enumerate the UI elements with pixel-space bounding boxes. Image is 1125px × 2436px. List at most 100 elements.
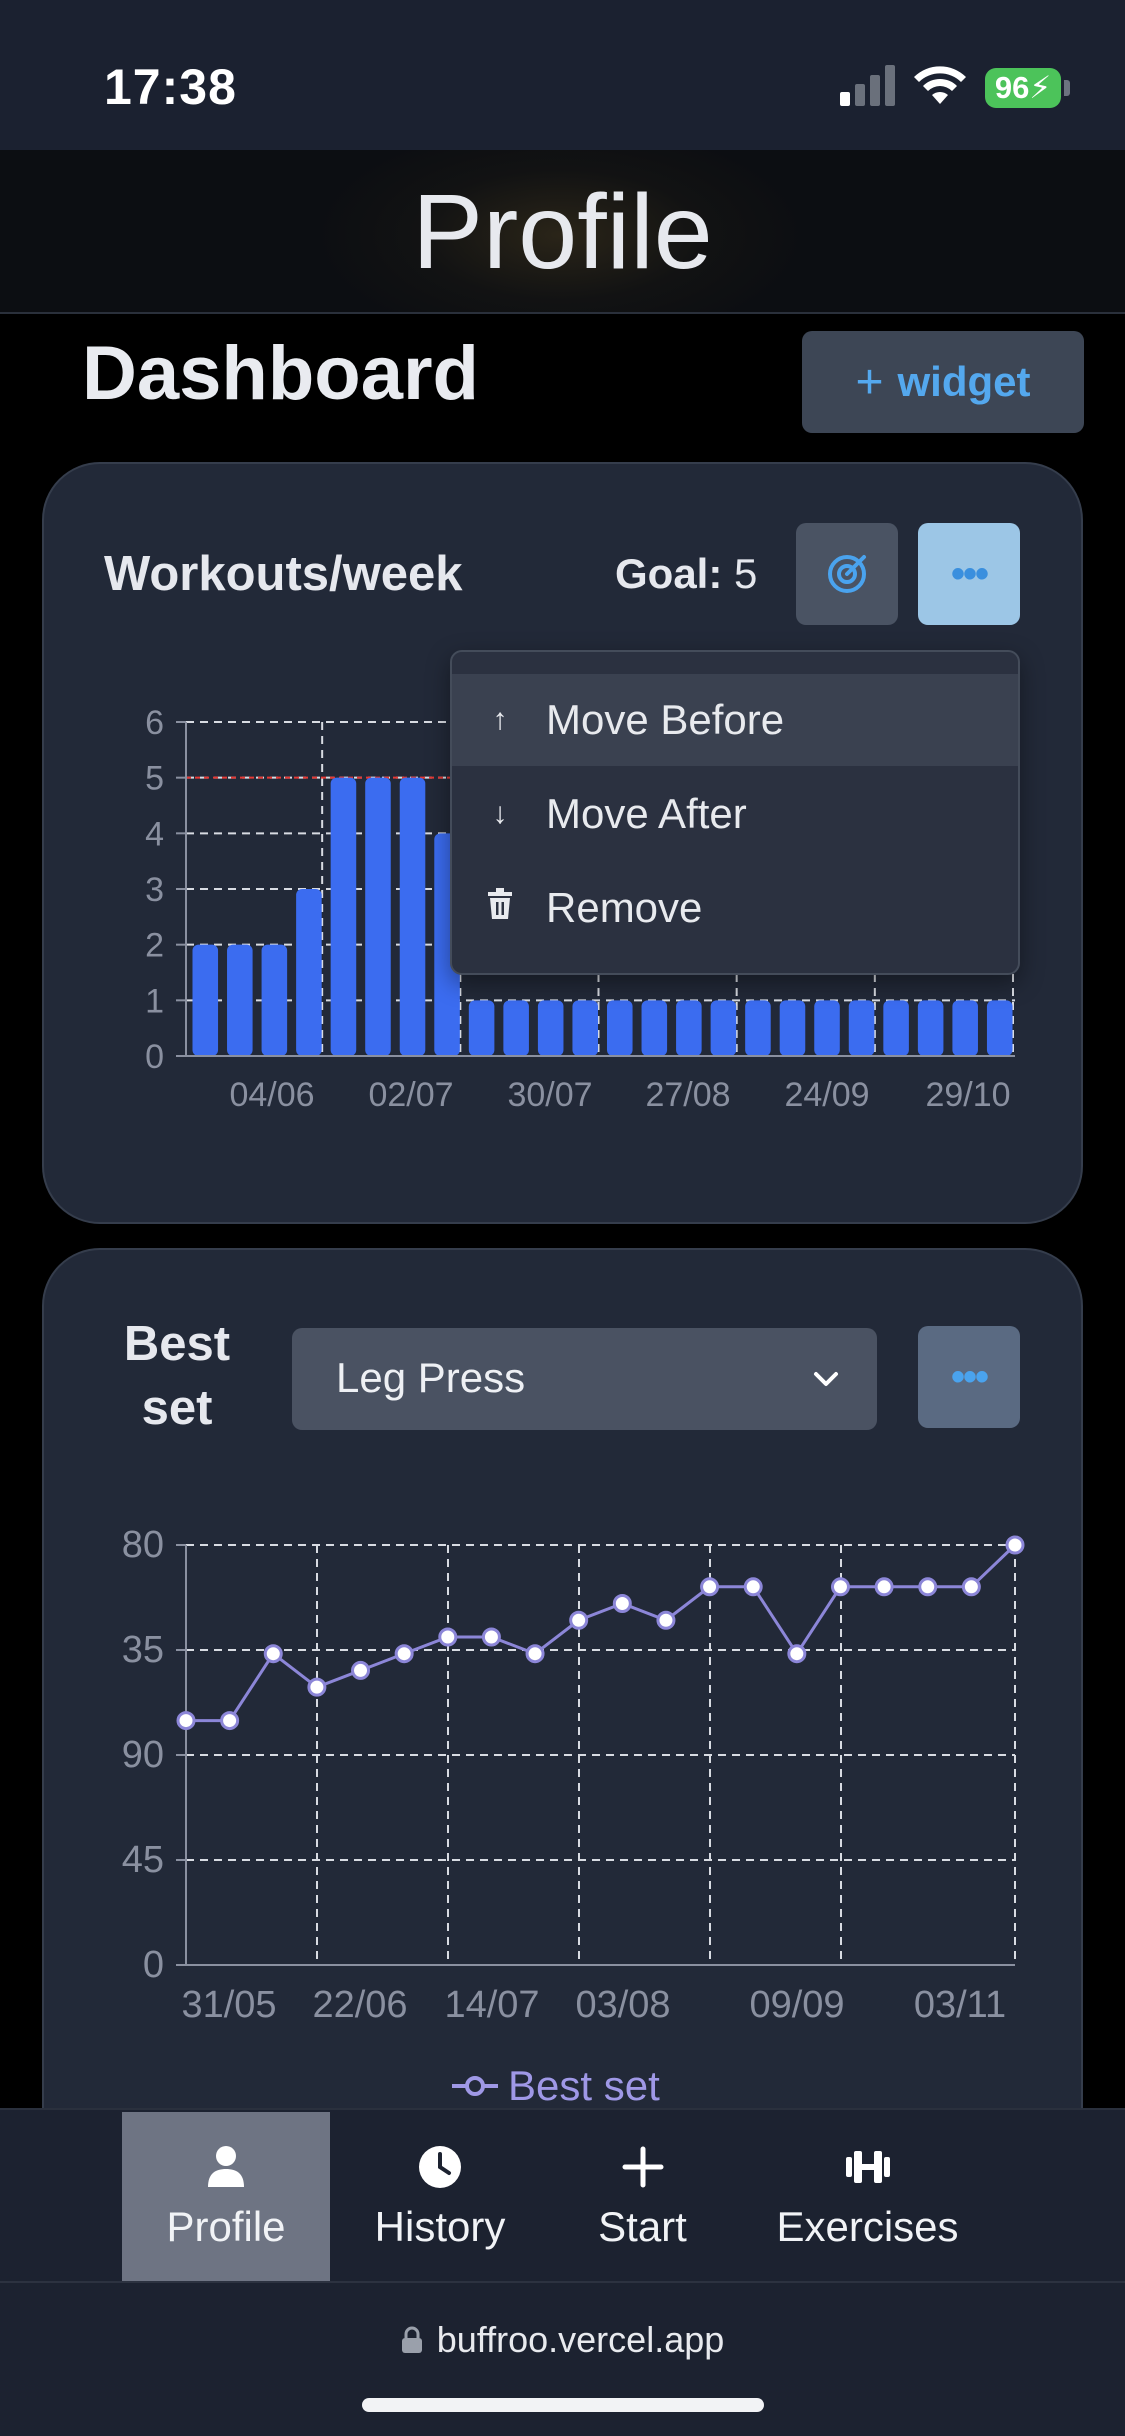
data-point xyxy=(700,1577,720,1597)
data-point xyxy=(176,1711,196,1731)
person-icon xyxy=(208,2146,244,2187)
nav-exercises[interactable]: Exercises xyxy=(760,2112,975,2282)
bar xyxy=(365,777,391,1056)
cellular-signal-icon xyxy=(840,65,895,106)
x-tick-label: 04/06 xyxy=(229,1076,314,1114)
page-title: Profile xyxy=(412,173,713,291)
bottom-navigation: Profile History Start Exercises xyxy=(0,2108,1125,2282)
exercise-select-value: Leg Press xyxy=(336,1354,526,1401)
target-icon xyxy=(828,555,866,593)
bar xyxy=(883,1000,909,1056)
bar xyxy=(986,1000,1013,1056)
x-tick-label: 29/10 xyxy=(925,1076,1010,1114)
bar xyxy=(745,1000,771,1056)
data-point xyxy=(612,1594,632,1614)
data-point xyxy=(263,1644,283,1664)
menu-item-move-before[interactable]: ↑ Move Before xyxy=(452,674,1018,766)
nav-label: Exercises xyxy=(776,2203,959,2250)
x-tick-label: 09/09 xyxy=(749,1984,844,2026)
y-tick-label: 1 xyxy=(145,982,164,1020)
nav-history[interactable]: History xyxy=(360,2112,520,2282)
page-header: Profile xyxy=(0,150,1125,314)
browser-url-bar[interactable]: buffroo.vercel.app xyxy=(0,2281,1125,2436)
data-point xyxy=(394,1644,414,1664)
bar xyxy=(261,944,288,1056)
bar xyxy=(779,1000,806,1056)
arrow-down-icon: ↓ xyxy=(492,797,508,830)
x-tick-label: 24/09 xyxy=(784,1076,869,1114)
data-point xyxy=(1005,1535,1025,1555)
menu-item-remove[interactable]: Remove xyxy=(452,862,1018,954)
y-tick-label: 0 xyxy=(143,1944,164,1986)
data-point xyxy=(874,1577,894,1597)
workouts-more-button[interactable]: ••• xyxy=(918,523,1020,625)
data-point xyxy=(743,1577,763,1597)
x-tick-label: 14/07 xyxy=(444,1984,539,2026)
data-point xyxy=(830,1577,850,1597)
bar xyxy=(192,944,219,1056)
bar xyxy=(537,1000,564,1056)
y-tick-label: 6 xyxy=(145,704,164,742)
y-tick-label: 80 xyxy=(122,1524,164,1566)
nav-profile[interactable]: Profile xyxy=(122,2112,330,2282)
bar xyxy=(399,777,426,1056)
nav-label: History xyxy=(374,2203,506,2250)
best-set-line-chart: 0 45 90 35 80 31/05 22/06 14/07 03/08 09/09 03/11 xyxy=(122,1524,1025,2026)
bar xyxy=(468,1000,495,1056)
data-point xyxy=(220,1711,240,1731)
x-tick-label: 31/05 xyxy=(181,1984,276,2026)
workouts-widget-title: Workouts/week xyxy=(104,547,463,601)
lock-icon xyxy=(401,2326,422,2353)
plus-icon: + xyxy=(855,355,884,409)
bar xyxy=(641,1000,668,1056)
x-tick-label: 03/11 xyxy=(914,1984,1006,2026)
bar xyxy=(572,1000,599,1056)
bar xyxy=(952,1000,978,1056)
bar xyxy=(676,1000,702,1056)
arrow-up-icon: ↑ xyxy=(492,703,508,736)
data-point xyxy=(351,1660,371,1680)
status-time: 17:38 xyxy=(104,59,237,115)
bar xyxy=(227,944,253,1056)
bar xyxy=(710,1000,737,1056)
wifi-icon xyxy=(914,66,966,104)
add-widget-button[interactable]: + widget xyxy=(802,331,1084,433)
data-point xyxy=(525,1644,545,1664)
nav-start[interactable]: Start xyxy=(575,2112,710,2282)
dumbbell-icon xyxy=(845,2151,890,2183)
menu-item-label: Remove xyxy=(546,884,703,931)
bar xyxy=(330,777,357,1056)
y-tick-label: 90 xyxy=(122,1734,164,1776)
chevron-down-icon xyxy=(814,1372,838,1386)
exercise-select[interactable]: Leg Press xyxy=(292,1328,877,1430)
x-tick-label: 22/06 xyxy=(312,1984,407,2026)
legend-line-marker-icon xyxy=(452,2076,498,2096)
legend-label: Best set xyxy=(508,2062,660,2109)
x-tick-label: 27/08 xyxy=(645,1076,730,1114)
y-tick-label: 45 xyxy=(122,1839,164,1881)
x-tick-label: 03/08 xyxy=(575,1984,670,2026)
goal-label: Goal: xyxy=(615,550,723,597)
set-goal-button[interactable] xyxy=(796,523,898,625)
data-point xyxy=(438,1627,458,1647)
bar xyxy=(296,889,322,1056)
nav-label: Profile xyxy=(166,2203,286,2250)
bar xyxy=(814,1000,840,1056)
charging-bolt-icon: ⚡ xyxy=(1029,70,1052,105)
widget-context-menu: ↑ Move Before ↓ Move After Remove xyxy=(450,650,1020,975)
x-tick-label: 30/07 xyxy=(507,1076,592,1114)
url-display: buffroo.vercel.app xyxy=(0,2319,1125,2361)
data-point xyxy=(961,1577,981,1597)
y-tick-label: 2 xyxy=(145,927,164,965)
x-tick-label: 02/07 xyxy=(368,1076,453,1114)
dashboard-title: Dashboard xyxy=(82,331,479,416)
data-point xyxy=(569,1610,589,1630)
menu-item-move-after[interactable]: ↓ Move After xyxy=(452,768,1018,860)
data-point xyxy=(481,1627,501,1647)
battery-level: 96 xyxy=(994,70,1030,105)
best-set-title: Best set xyxy=(123,1317,231,1435)
data-point xyxy=(656,1610,676,1630)
menu-item-label: Move After xyxy=(546,790,747,837)
bar xyxy=(917,1000,944,1056)
best-set-more-button[interactable]: ••• xyxy=(918,1326,1020,1428)
